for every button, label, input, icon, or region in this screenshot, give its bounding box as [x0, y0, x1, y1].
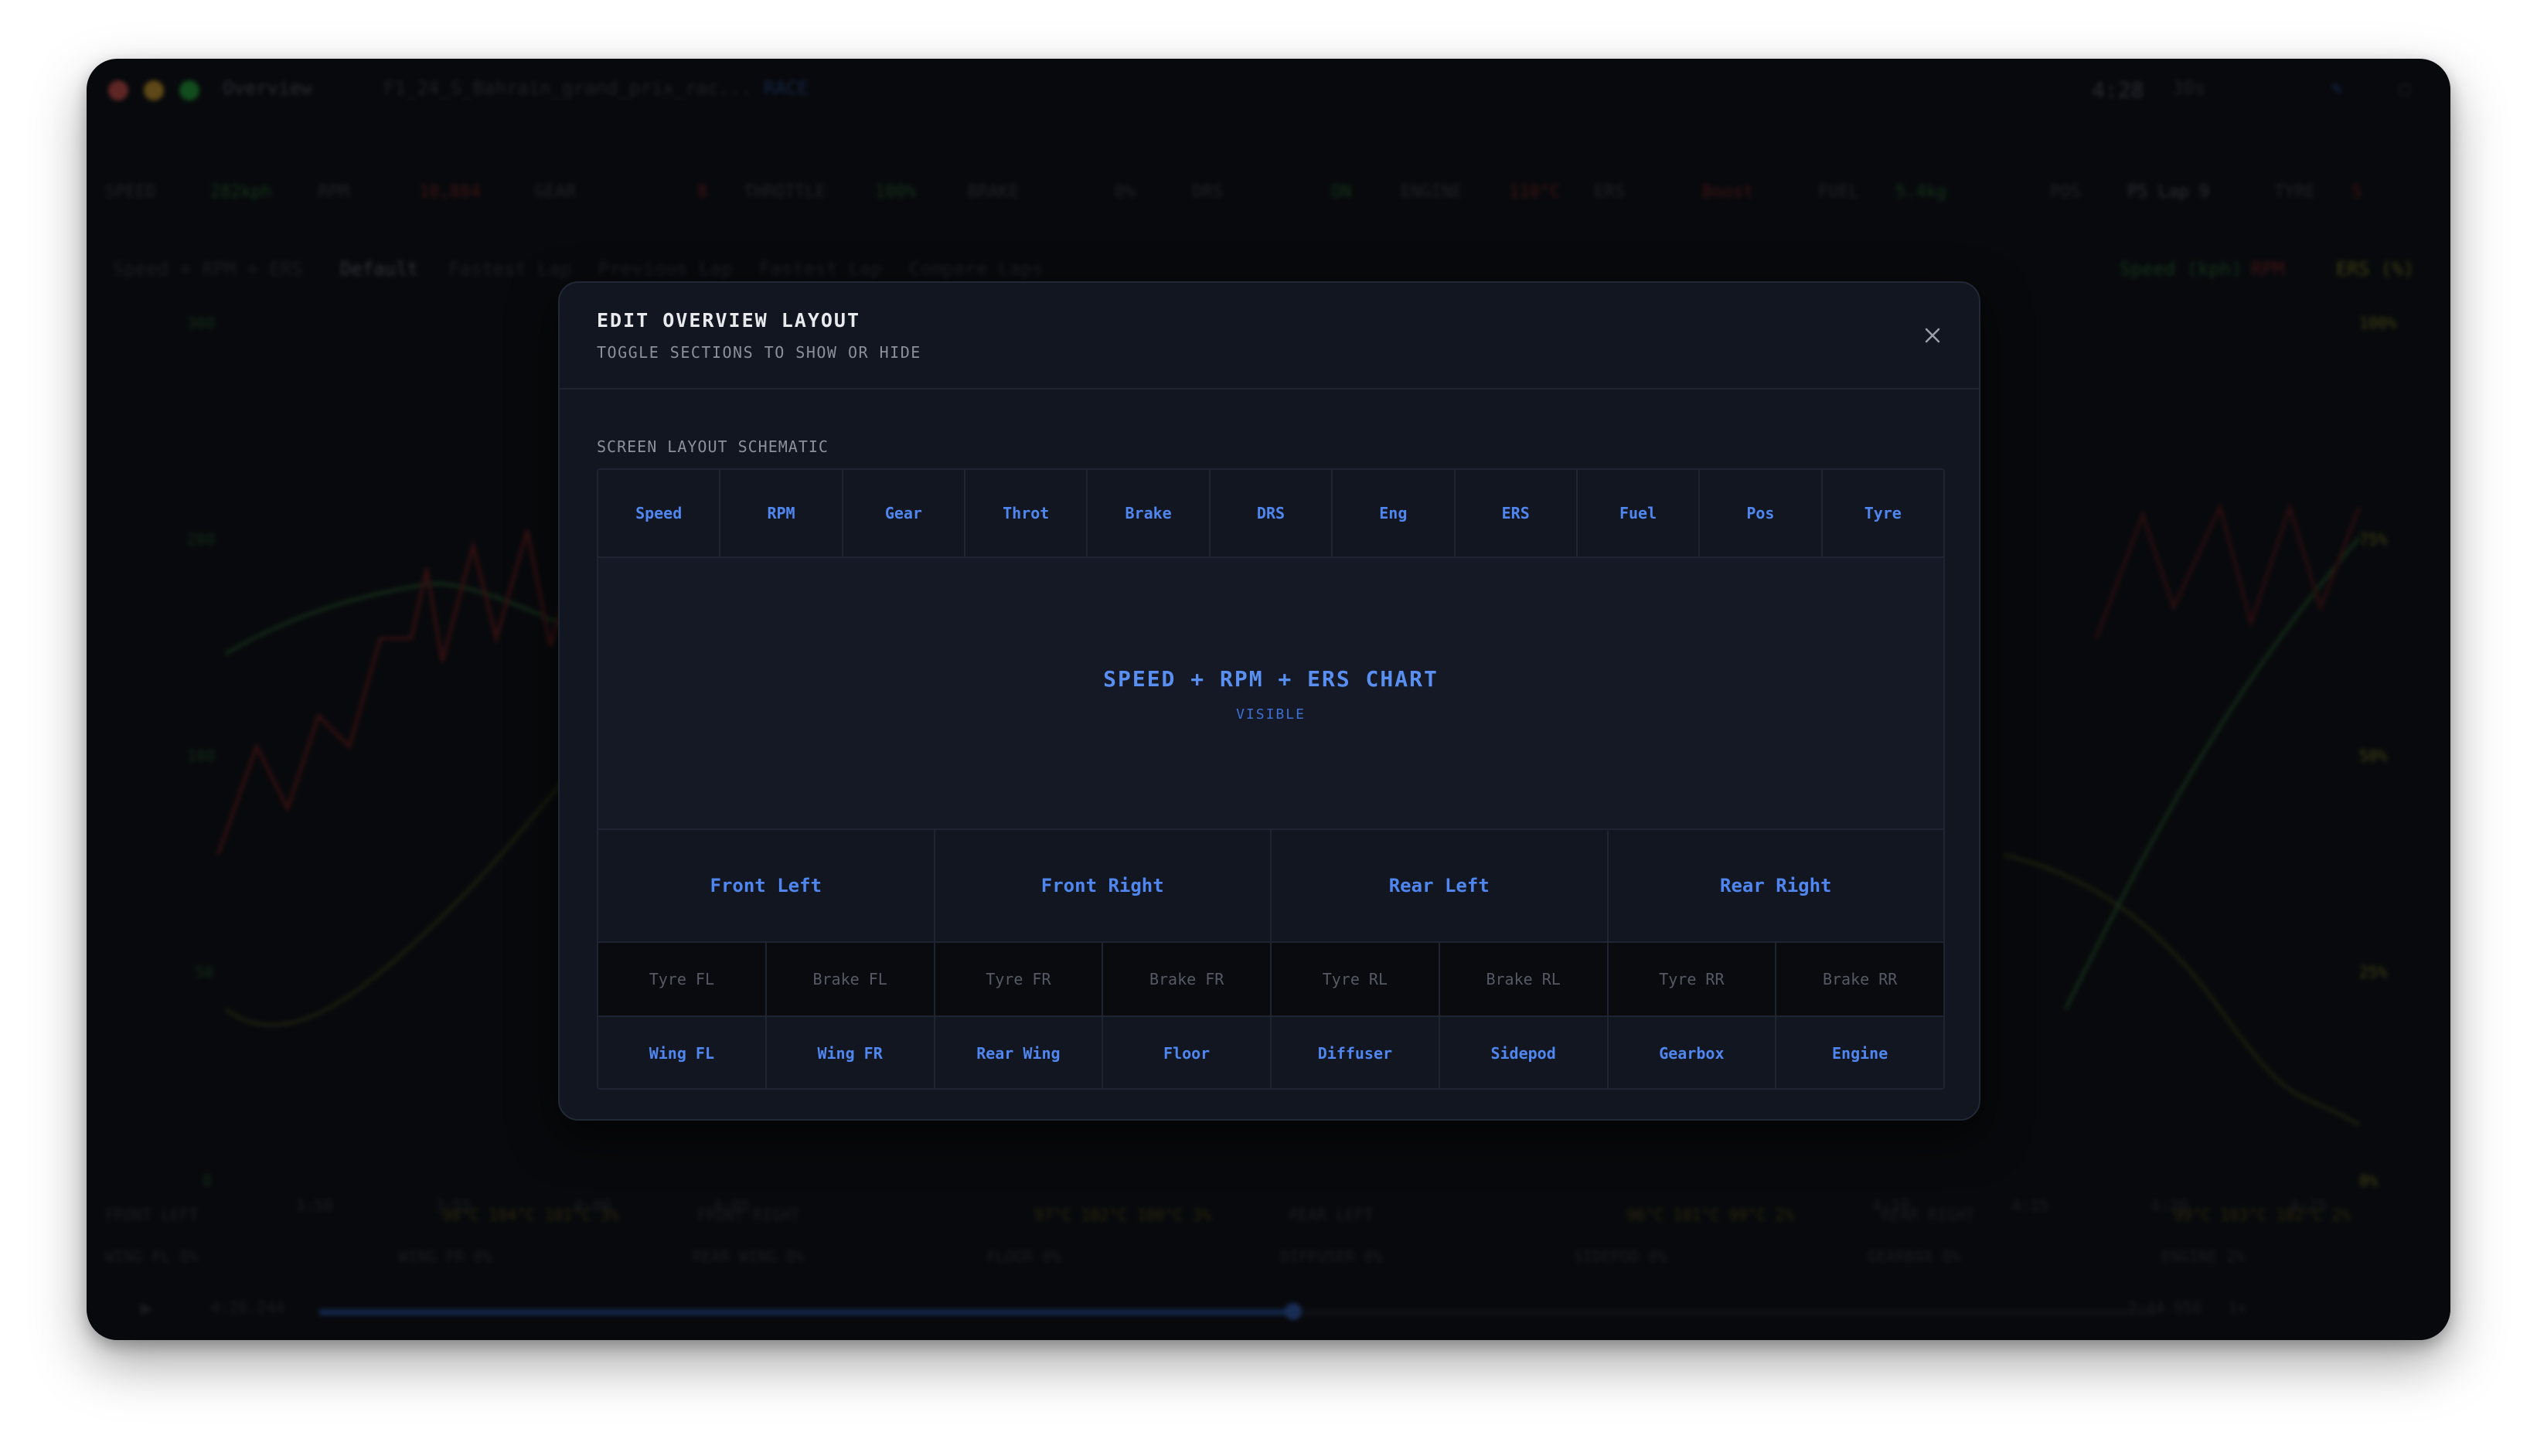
toggle-tyre[interactable]: Tyre: [1823, 470, 1943, 556]
chart-section-title: SPEED + RPM + ERS CHART: [1103, 666, 1439, 692]
toggle-gearbox[interactable]: Gearbox: [1609, 1017, 1777, 1088]
toggle-brake[interactable]: Brake: [1088, 470, 1211, 556]
toggle-drs[interactable]: DRS: [1211, 470, 1333, 556]
toggle-tyre-rr[interactable]: Tyre RR: [1609, 943, 1777, 1015]
toggle-rear-wing[interactable]: Rear Wing: [935, 1017, 1104, 1088]
toggle-engine-damage[interactable]: Engine: [1776, 1017, 1943, 1088]
modal-subtitle: TOGGLE SECTIONS TO SHOW OR HIDE: [597, 343, 921, 362]
modal-header: EDIT OVERVIEW LAYOUT TOGGLE SECTIONS TO …: [560, 283, 1979, 390]
toggle-tyre-fr[interactable]: Tyre FR: [935, 943, 1104, 1015]
toggle-wing-fr[interactable]: Wing FR: [767, 1017, 935, 1088]
toggle-speed[interactable]: Speed: [598, 470, 721, 556]
toggle-diffuser[interactable]: Diffuser: [1272, 1017, 1440, 1088]
toggle-front-right[interactable]: Front Right: [935, 830, 1272, 941]
chart-visibility-status: VISIBLE: [1236, 706, 1306, 723]
schematic-label: SCREEN LAYOUT SCHEMATIC: [597, 437, 829, 456]
telemetry-toggle-row: Speed RPM Gear Throt Brake DRS Eng ERS F…: [598, 470, 1943, 558]
layout-schematic: Speed RPM Gear Throt Brake DRS Eng ERS F…: [597, 468, 1945, 1090]
close-button[interactable]: [1917, 320, 1948, 351]
modal-title: EDIT OVERVIEW LAYOUT: [597, 309, 861, 332]
toggle-brake-rr[interactable]: Brake RR: [1776, 943, 1943, 1015]
toggle-front-left[interactable]: Front Left: [598, 830, 935, 941]
toggle-rear-right[interactable]: Rear Right: [1609, 830, 1944, 941]
toggle-position[interactable]: Pos: [1700, 470, 1823, 556]
app-window: Overview F1_24_S_Bahrain_grand_prix_rac.…: [87, 59, 2450, 1340]
tyre-brake-toggle-row: Tyre FL Brake FL Tyre FR Brake FR Tyre R…: [598, 943, 1943, 1017]
toggle-brake-rl[interactable]: Brake RL: [1440, 943, 1609, 1015]
toggle-wing-fl[interactable]: Wing FL: [598, 1017, 767, 1088]
toggle-chart-section[interactable]: SPEED + RPM + ERS CHART VISIBLE: [598, 558, 1943, 830]
toggle-ers[interactable]: ERS: [1456, 470, 1578, 556]
toggle-sidepod[interactable]: Sidepod: [1440, 1017, 1609, 1088]
toggle-fuel[interactable]: Fuel: [1578, 470, 1701, 556]
toggle-brake-fr[interactable]: Brake FR: [1103, 943, 1272, 1015]
toggle-tyre-fl[interactable]: Tyre FL: [598, 943, 767, 1015]
toggle-rpm[interactable]: RPM: [720, 470, 843, 556]
toggle-tyre-rl[interactable]: Tyre RL: [1272, 943, 1440, 1015]
wheel-toggle-row: Front Left Front Right Rear Left Rear Ri…: [598, 830, 1943, 943]
toggle-floor[interactable]: Floor: [1103, 1017, 1272, 1088]
toggle-engine[interactable]: Eng: [1333, 470, 1456, 556]
damage-toggle-row: Wing FL Wing FR Rear Wing Floor Diffuser…: [598, 1017, 1943, 1088]
toggle-throttle[interactable]: Throt: [965, 470, 1088, 556]
toggle-brake-fl[interactable]: Brake FL: [767, 943, 935, 1015]
toggle-gear[interactable]: Gear: [843, 470, 966, 556]
edit-layout-modal: EDIT OVERVIEW LAYOUT TOGGLE SECTIONS TO …: [558, 281, 1980, 1121]
close-icon: [1925, 328, 1940, 343]
toggle-rear-left[interactable]: Rear Left: [1272, 830, 1609, 941]
